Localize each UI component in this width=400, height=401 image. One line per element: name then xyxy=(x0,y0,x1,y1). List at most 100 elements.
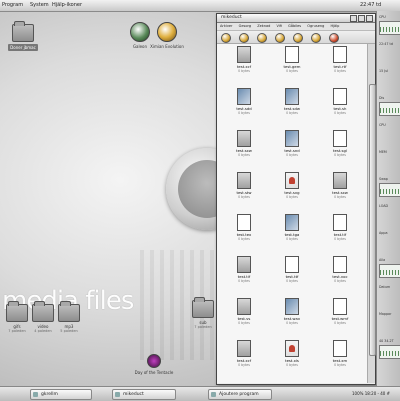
file-item[interactable]: test.sxw 0 bytes xyxy=(221,130,267,157)
task-gkrellm[interactable]: gkrellm xyxy=(30,389,92,400)
monitor-label: Appa xyxy=(379,231,388,235)
file-size: 0 bytes xyxy=(334,153,346,157)
file-size: 0 bytes xyxy=(238,279,250,283)
file-item[interactable]: test.snd 0 bytes xyxy=(269,130,315,157)
bottom-panel: gkrellm mikeduct Ajoutere program 100% 1… xyxy=(0,386,400,401)
folder-icon xyxy=(192,297,214,318)
file-size: 0 bytes xyxy=(238,153,250,157)
task-label: gkrellm xyxy=(41,392,58,397)
window-title: mikeduct xyxy=(221,15,242,20)
file-icon xyxy=(285,298,299,315)
folder-icon xyxy=(6,301,28,322)
file-item[interactable]: test.sdd 0 bytes xyxy=(221,88,267,115)
desktop-icon-sub-folder[interactable]: sub 7 poleden xyxy=(190,297,216,329)
app-icon xyxy=(115,392,120,397)
task-label: mikeduct xyxy=(123,392,144,397)
file-item[interactable]: test.xls 0 bytes xyxy=(269,340,315,367)
menu-bookmarks[interactable]: Gåbiles xyxy=(288,24,301,28)
file-size: 0 bytes xyxy=(286,195,298,199)
file-icon xyxy=(285,172,299,189)
file-size: 0 bytes xyxy=(334,237,346,241)
stop-icon[interactable] xyxy=(329,33,339,43)
file-size: 0 bytes xyxy=(286,237,298,241)
task-label: Ajoutere program xyxy=(219,392,259,397)
desktop-icon-evolution[interactable]: Ximian Evolution xyxy=(150,22,184,49)
file-icon xyxy=(237,88,251,105)
monitor-label: CPU xyxy=(379,123,386,127)
file-size: 0 bytes xyxy=(286,69,298,73)
menu-program[interactable]: Program xyxy=(2,2,23,8)
file-item[interactable]: test.vs 0 bytes xyxy=(221,298,267,325)
bookmark-icon[interactable] xyxy=(311,33,321,43)
folder-icon xyxy=(58,301,80,322)
file-size: 0 bytes xyxy=(334,195,346,199)
file-item[interactable]: test.sgl 0 bytes xyxy=(317,130,363,157)
menu-help[interactable]: Hjälp-ikoner xyxy=(52,2,82,8)
file-size: 0 bytes xyxy=(286,153,298,157)
file-icon xyxy=(333,130,347,147)
file-item[interactable]: test.xm 0 bytes xyxy=(317,340,363,367)
task-file-manager[interactable]: mikeduct xyxy=(112,389,176,400)
file-size: 0 bytes xyxy=(238,321,250,325)
file-manager-window: mikeduct Arkiver Gesorg Zeknad Vifi Gåbi… xyxy=(216,13,376,385)
desktop-icon-label: Ximian Evolution xyxy=(150,44,184,49)
file-item[interactable]: test.ttf 0 bytes xyxy=(269,256,315,283)
file-item[interactable]: test.stw 0 bytes xyxy=(221,172,267,199)
scrollbar-thumb[interactable] xyxy=(369,84,376,356)
minimize-icon[interactable] xyxy=(350,15,357,22)
desktop-icon-mp3[interactable]: mp3 5 poleden xyxy=(56,301,82,333)
window-titlebar[interactable]: mikeduct xyxy=(217,14,375,23)
menu-view[interactable]: Zeknad xyxy=(257,24,270,28)
file-icon xyxy=(285,46,299,63)
file-item[interactable]: test.gem 0 bytes xyxy=(269,46,315,73)
file-size: 0 bytes xyxy=(286,111,298,115)
back-icon[interactable] xyxy=(221,33,231,43)
maximize-icon[interactable] xyxy=(358,15,365,22)
file-item[interactable]: test.tif 0 bytes xyxy=(221,256,267,283)
home-icon[interactable] xyxy=(293,33,303,43)
file-item[interactable]: test.wav 0 bytes xyxy=(269,298,315,325)
menu-edit[interactable]: Gesorg xyxy=(239,24,251,28)
menu-file[interactable]: Arkiver xyxy=(220,24,233,28)
up-icon[interactable] xyxy=(257,33,267,43)
close-icon[interactable] xyxy=(366,15,373,22)
file-item[interactable]: test.tga 0 bytes xyxy=(269,214,315,241)
file-item[interactable]: test.voc 0 bytes xyxy=(317,256,363,283)
status-text: 100% 18:20 - 40 # xyxy=(352,391,390,396)
app-icon xyxy=(211,392,216,397)
reload-icon[interactable] xyxy=(275,33,285,43)
desktop-icon-video[interactable]: video 4 poleden xyxy=(30,301,56,333)
menu-go[interactable]: Vifi xyxy=(276,24,282,28)
menu-system[interactable]: System xyxy=(30,2,49,8)
monitor-label: 40 34.2T xyxy=(379,339,394,343)
file-icon xyxy=(237,340,251,357)
folder-icon xyxy=(32,301,54,322)
file-item[interactable]: test.rtf 0 bytes xyxy=(317,46,363,73)
file-item[interactable]: test.xcf 0 bytes xyxy=(221,340,267,367)
menu-help-window[interactable]: Hjälp xyxy=(330,24,339,28)
file-item[interactable]: test.sdw 0 bytes xyxy=(269,88,315,115)
desktop-icon-day-of-tentacle[interactable]: Day of the Tentacle xyxy=(132,354,176,375)
vertical-scrollbar[interactable] xyxy=(367,44,376,383)
file-item[interactable]: test.tex 0 bytes xyxy=(221,214,267,241)
file-item[interactable]: test.xcf 0 bytes xyxy=(221,46,267,73)
forward-icon[interactable] xyxy=(239,33,249,43)
file-item[interactable]: test.svg 0 bytes xyxy=(269,172,315,199)
file-size: 0 bytes xyxy=(334,279,346,283)
task-run-program[interactable]: Ajoutere program xyxy=(208,389,272,400)
file-icon xyxy=(333,256,347,273)
file-item[interactable]: test.wmf 0 bytes xyxy=(317,298,363,325)
menu-tools[interactable]: Ogruseng xyxy=(307,24,324,28)
desktop-icon-gifs[interactable]: gifs 7 poleden xyxy=(4,301,30,333)
file-item[interactable]: test.tif 0 bytes xyxy=(317,214,363,241)
file-icon xyxy=(237,214,251,231)
app-icon xyxy=(33,392,38,397)
file-size: 0 bytes xyxy=(238,69,250,73)
file-icon xyxy=(333,172,347,189)
file-item[interactable]: test.sh 0 bytes xyxy=(317,88,363,115)
system-monitor-panel: CPU 22:47 td 15 Jul Dis CPU MEM Swap LOAD Appa Al… xyxy=(376,11,400,386)
file-icon xyxy=(285,130,299,147)
tentacle-icon xyxy=(147,354,161,368)
file-item[interactable]: test.sxw 0 bytes xyxy=(317,172,363,199)
desktop-icon-home[interactable]: Doner jbmac xyxy=(6,21,40,51)
